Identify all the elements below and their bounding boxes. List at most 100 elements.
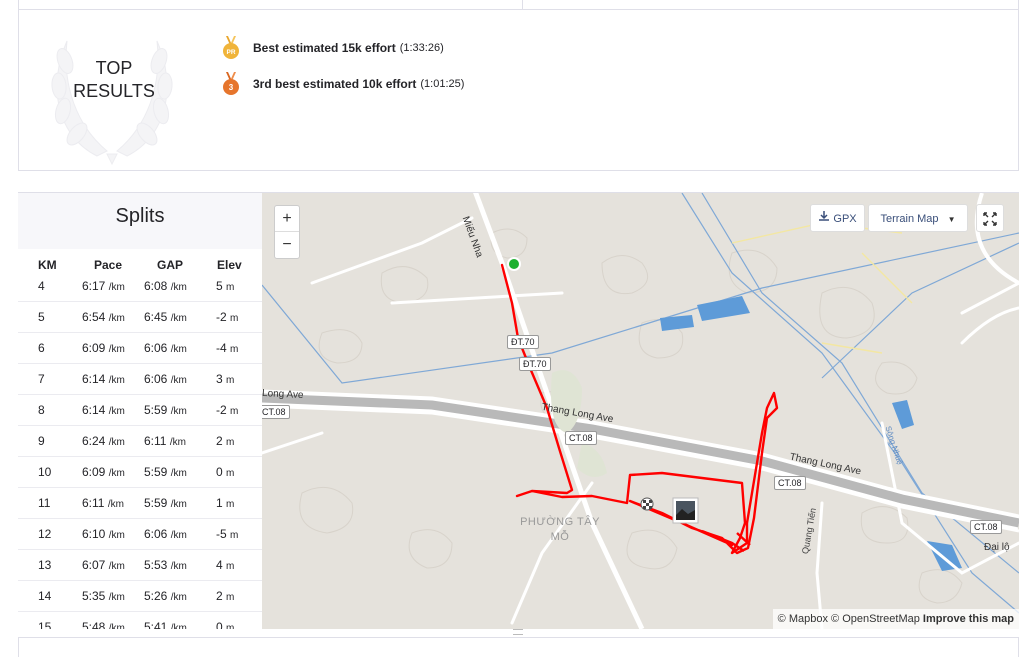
achievement-label: 3rd best estimated 10k effort bbox=[253, 77, 417, 91]
mapbox-credit-link[interactable]: © Mapbox bbox=[778, 613, 828, 625]
split-pace-value: 6:09 bbox=[82, 341, 106, 355]
split-row[interactable]: 10 6:09 /km 5:59 /km 0 m bbox=[18, 456, 262, 487]
place-label-phuong-line2: MỖ bbox=[550, 531, 570, 543]
start-marker[interactable] bbox=[507, 257, 521, 271]
split-gap: 5:26 /km bbox=[144, 589, 187, 603]
split-elev-unit: m bbox=[226, 623, 235, 629]
split-km-value: 10 bbox=[38, 465, 52, 479]
split-km-value: 9 bbox=[38, 434, 45, 448]
split-km: 8 bbox=[38, 403, 45, 417]
split-pace-unit: /km bbox=[108, 468, 125, 479]
split-km: 11 bbox=[38, 496, 50, 510]
split-elev: 5 m bbox=[216, 279, 234, 293]
terrain-map-dropdown[interactable]: Terrain Map ▼ bbox=[868, 204, 968, 232]
split-km-value: 6 bbox=[38, 341, 45, 355]
split-pace-unit: /km bbox=[108, 282, 125, 293]
achievement-label: Best estimated 15k effort bbox=[253, 41, 396, 55]
split-elev-unit: m bbox=[226, 282, 235, 293]
splits-table: 4 6:17 /km 6:08 /km 5 m 5 6:54 /km 6:45 /km -2 … bbox=[18, 271, 262, 629]
split-pace-value: 6:14 bbox=[82, 403, 106, 417]
split-row[interactable]: 8 6:14 /km 5:59 /km -2 m bbox=[18, 394, 262, 425]
activity-map[interactable]: Miếu Nha ĐT.70 ĐT.70 Long Ave CT.08 Than… bbox=[262, 192, 1019, 629]
improve-map-link[interactable]: Improve this map bbox=[923, 613, 1014, 625]
split-elev-value: 4 bbox=[216, 558, 223, 572]
split-elev: 1 m bbox=[216, 496, 234, 510]
zoom-out-button[interactable]: − bbox=[275, 231, 299, 257]
split-gap-value: 5:41 bbox=[144, 620, 168, 629]
split-pace-unit: /km bbox=[108, 406, 125, 417]
split-pace-unit: /km bbox=[108, 313, 125, 324]
split-gap: 6:06 /km bbox=[144, 527, 187, 541]
split-pace-unit: /km bbox=[108, 530, 125, 541]
split-pace-unit: /km bbox=[108, 561, 125, 572]
split-gap: 5:59 /km bbox=[144, 496, 187, 510]
split-pace: 6:24 /km bbox=[82, 434, 125, 448]
split-pace: 6:17 /km bbox=[82, 279, 125, 293]
place-label-phuong-line1: PHƯỜNG TÂY bbox=[520, 516, 600, 528]
split-pace-value: 6:17 bbox=[82, 279, 106, 293]
split-gap-unit: /km bbox=[170, 530, 187, 541]
gpx-download-button[interactable]: GPX bbox=[810, 204, 865, 232]
split-pace: 6:07 /km bbox=[82, 558, 125, 572]
split-pace: 6:09 /km bbox=[82, 341, 125, 355]
split-row[interactable]: 5 6:54 /km 6:45 /km -2 m bbox=[18, 301, 262, 332]
map-base bbox=[262, 193, 1019, 629]
road-shield-dt70-a: ĐT.70 bbox=[507, 335, 539, 349]
split-row[interactable]: 12 6:10 /km 6:06 /km -5 m bbox=[18, 518, 262, 549]
split-row[interactable]: 14 5:35 /km 5:26 /km 2 m bbox=[18, 580, 262, 611]
split-row[interactable]: 7 6:14 /km 6:06 /km 3 m bbox=[18, 363, 262, 394]
osm-credit-link[interactable]: © OpenStreetMap bbox=[831, 613, 920, 625]
split-elev: -2 m bbox=[216, 403, 238, 417]
finish-marker-icon[interactable] bbox=[640, 497, 654, 511]
split-km: 6 bbox=[38, 341, 45, 355]
split-gap-value: 5:59 bbox=[144, 465, 168, 479]
split-row[interactable]: 11 6:11 /km 5:59 /km 1 m bbox=[18, 487, 262, 518]
split-elev-unit: m bbox=[230, 344, 239, 355]
split-elev: 3 m bbox=[216, 372, 234, 386]
split-elev-value: -2 bbox=[216, 310, 227, 324]
splits-title: Splits bbox=[115, 205, 165, 227]
split-gap: 6:06 /km bbox=[144, 341, 187, 355]
split-elev-unit: m bbox=[230, 313, 239, 324]
gpx-label: GPX bbox=[833, 213, 857, 225]
split-gap-unit: /km bbox=[170, 592, 187, 603]
split-km: 9 bbox=[38, 434, 45, 448]
split-pace-unit: /km bbox=[108, 437, 125, 448]
split-gap-unit: /km bbox=[170, 282, 187, 293]
split-pace-unit: /km bbox=[108, 375, 125, 386]
split-row[interactable]: 6 6:09 /km 6:06 /km -4 m bbox=[18, 332, 262, 363]
next-card-edge bbox=[18, 637, 1019, 657]
split-pace-unit: /km bbox=[108, 623, 125, 629]
road-label-dai-lo: Đại lộ bbox=[984, 542, 1010, 553]
split-gap-unit: /km bbox=[170, 313, 187, 324]
split-row[interactable]: 13 6:07 /km 5:53 /km 4 m bbox=[18, 549, 262, 580]
split-elev: 0 m bbox=[216, 620, 234, 629]
split-km-value: 11 bbox=[38, 496, 51, 510]
split-row[interactable]: 4 6:17 /km 6:08 /km 5 m bbox=[18, 271, 262, 301]
split-elev-value: 2 bbox=[216, 434, 223, 448]
road-shield-ct08-right: CT.08 bbox=[774, 476, 806, 490]
zoom-in-button[interactable]: + bbox=[275, 206, 299, 231]
map-attribution: © Mapbox © OpenStreetMap Improve this ma… bbox=[772, 609, 1019, 629]
resize-handle[interactable] bbox=[513, 629, 523, 635]
split-gap-unit: /km bbox=[170, 406, 187, 417]
split-pace-value: 6:09 bbox=[82, 465, 106, 479]
bronze-medal-icon: 3 bbox=[223, 72, 239, 95]
road-shield-ct08-left: CT.08 bbox=[262, 405, 290, 419]
photo-thumbnail[interactable] bbox=[672, 497, 699, 524]
split-gap-value: 6:06 bbox=[144, 372, 168, 386]
split-row[interactable]: 15 5:48 /km 5:41 /km 0 m bbox=[18, 611, 262, 629]
achievement-item[interactable]: 3 3rd best estimated 10k effort (1:01:25… bbox=[222, 72, 464, 96]
split-km: 5 bbox=[38, 310, 45, 324]
split-row[interactable]: 9 6:24 /km 6:11 /km 2 m bbox=[18, 425, 262, 456]
split-gap-value: 5:53 bbox=[144, 558, 168, 572]
fullscreen-button[interactable] bbox=[976, 204, 1004, 232]
top-results-title-line1: TOP bbox=[95, 58, 133, 78]
split-elev-value: 0 bbox=[216, 620, 223, 629]
split-gap: 5:53 /km bbox=[144, 558, 187, 572]
achievement-item[interactable]: PR Best estimated 15k effort (1:33:26) bbox=[222, 36, 444, 60]
split-elev-unit: m bbox=[226, 468, 235, 479]
split-gap-unit: /km bbox=[170, 375, 187, 386]
split-gap-unit: /km bbox=[169, 437, 186, 448]
split-elev-unit: m bbox=[226, 437, 235, 448]
